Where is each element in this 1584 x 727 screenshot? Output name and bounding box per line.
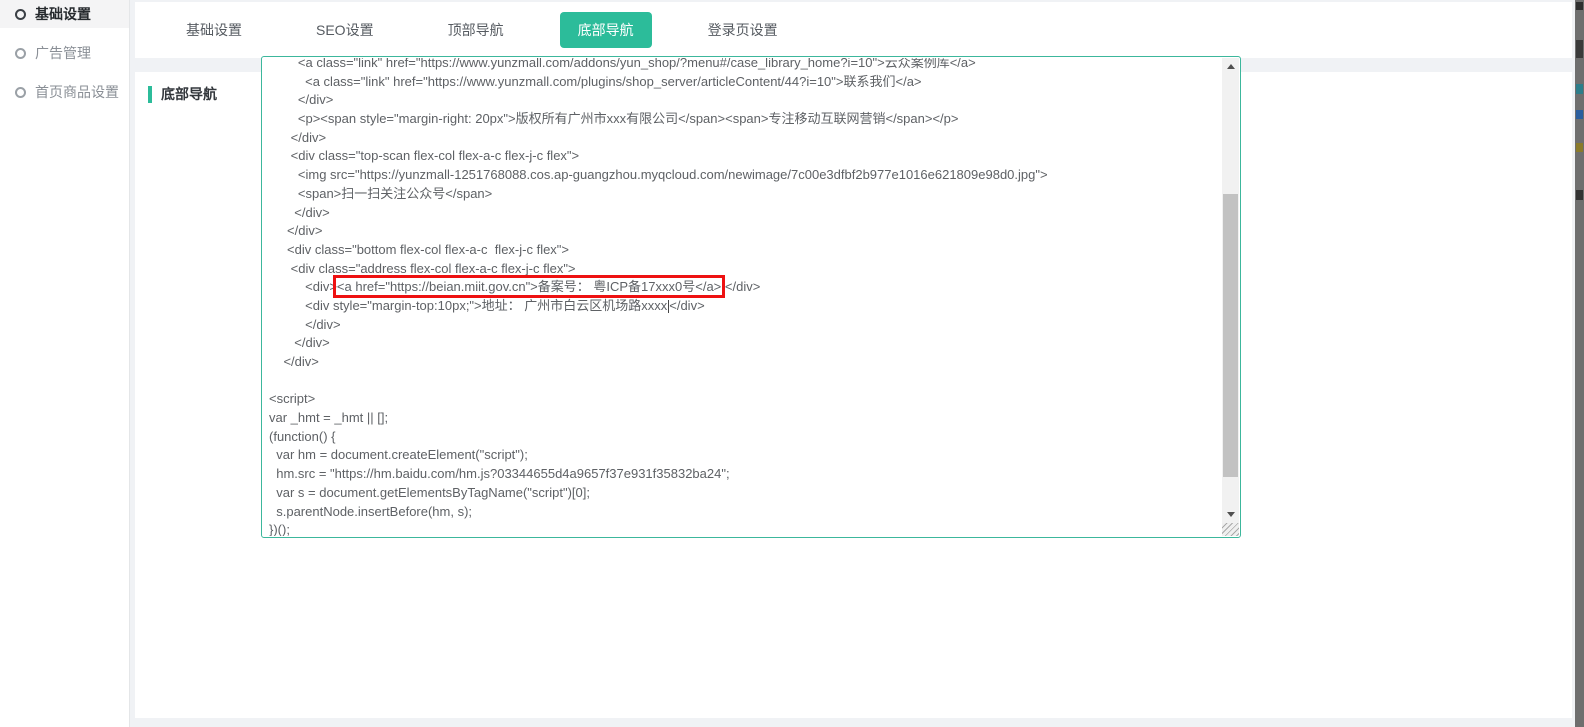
circle-icon [15, 9, 26, 20]
code-line: <div style="margin-top:10px;">地址： 广州市白云区… [269, 297, 1222, 316]
footer-nav-code-textarea[interactable]: <a class="link" href="https://www.yunzma… [261, 56, 1241, 538]
edge-speck [1576, 84, 1583, 94]
sidebar-item-label: 首页商品设置 [35, 82, 119, 102]
code-line: s.parentNode.insertBefore(hm, s); [269, 503, 1222, 522]
code-line: </div> [269, 91, 1222, 110]
circle-icon [15, 48, 26, 59]
tab-item-0[interactable]: 基础设置 [168, 12, 260, 48]
code-line: </div> [269, 222, 1222, 241]
code-line: <div class="bottom flex-col flex-a-c fle… [269, 241, 1222, 260]
code-line: </div> [269, 129, 1222, 148]
code-line: <div><a href="https://beian.miit.gov.cn"… [269, 278, 1222, 297]
tab-item-2[interactable]: 顶部导航 [430, 12, 522, 48]
code-line: </div> [269, 353, 1222, 372]
tab-item-3[interactable]: 底部导航 [560, 12, 652, 48]
code-viewport[interactable]: <a class="link" href="https://www.yunzma… [263, 58, 1222, 536]
code-line: </div> [269, 334, 1222, 353]
code-line: <span>扫一扫关注公众号</span> [269, 185, 1222, 204]
code-line: <img src="https://yunzmall-1251768088.co… [269, 166, 1222, 185]
right-edge-strip [1575, 0, 1584, 727]
code-line: <a class="link" href="https://www.yunzma… [269, 73, 1222, 92]
resize-grip-icon[interactable] [1222, 523, 1239, 536]
code-line: <p><span style="margin-right: 20px">版权所有… [269, 110, 1222, 129]
code-line: var hm = document.createElement("script"… [269, 446, 1222, 465]
edge-speck [1576, 40, 1583, 58]
code-line: var s = document.getElementsByTagName("s… [269, 484, 1222, 503]
scroll-up-icon[interactable] [1222, 58, 1239, 75]
edge-speck [1576, 190, 1583, 200]
tab-item-4[interactable]: 登录页设置 [690, 12, 796, 48]
tab-card: 基础设置 SEO设置 顶部导航 底部导航 登录页设置 [135, 2, 1572, 58]
sidebar-item-label: 广告管理 [35, 43, 91, 63]
scroll-down-icon[interactable] [1222, 506, 1239, 523]
code-content: <a class="link" href="https://www.yunzma… [263, 58, 1222, 536]
code-line: </div> [269, 316, 1222, 335]
code-line [269, 372, 1222, 391]
circle-icon [15, 87, 26, 98]
sidebar-item-label: 基础设置 [35, 4, 91, 24]
code-line: <div class="top-scan flex-col flex-a-c f… [269, 147, 1222, 166]
sidebar-item-1[interactable]: 广告管理 [0, 39, 129, 67]
sidebar-item-0[interactable]: 基础设置 [0, 0, 129, 28]
code-line: <script> [269, 390, 1222, 409]
code-line: hm.src = "https://hm.baidu.com/hm.js?033… [269, 465, 1222, 484]
scrollbar-thumb[interactable] [1223, 194, 1238, 477]
tab-bar: 基础设置 SEO设置 顶部导航 底部导航 登录页设置 [135, 2, 1572, 58]
code-line: })(); [269, 521, 1222, 536]
editor-scrollbar[interactable] [1222, 58, 1239, 523]
edge-speck [1576, 2, 1583, 10]
code-line: <div class="address flex-col flex-a-c fl… [269, 260, 1222, 279]
edge-speck [1576, 143, 1583, 152]
edge-speck [1576, 110, 1583, 119]
page-title: 底部导航 [148, 86, 217, 103]
red-annotation-box: <a href="https://beian.miit.gov.cn">备案号：… [337, 279, 721, 294]
code-line: </div> [269, 204, 1222, 223]
tab-item-1[interactable]: SEO设置 [298, 12, 392, 48]
code-line: var _hmt = _hmt || []; [269, 409, 1222, 428]
code-line: (function() { [269, 428, 1222, 447]
sidebar: 基础设置广告管理首页商品设置 [0, 0, 130, 727]
sidebar-item-2[interactable]: 首页商品设置 [0, 78, 129, 106]
code-line: <a class="link" href="https://www.yunzma… [269, 58, 1222, 73]
